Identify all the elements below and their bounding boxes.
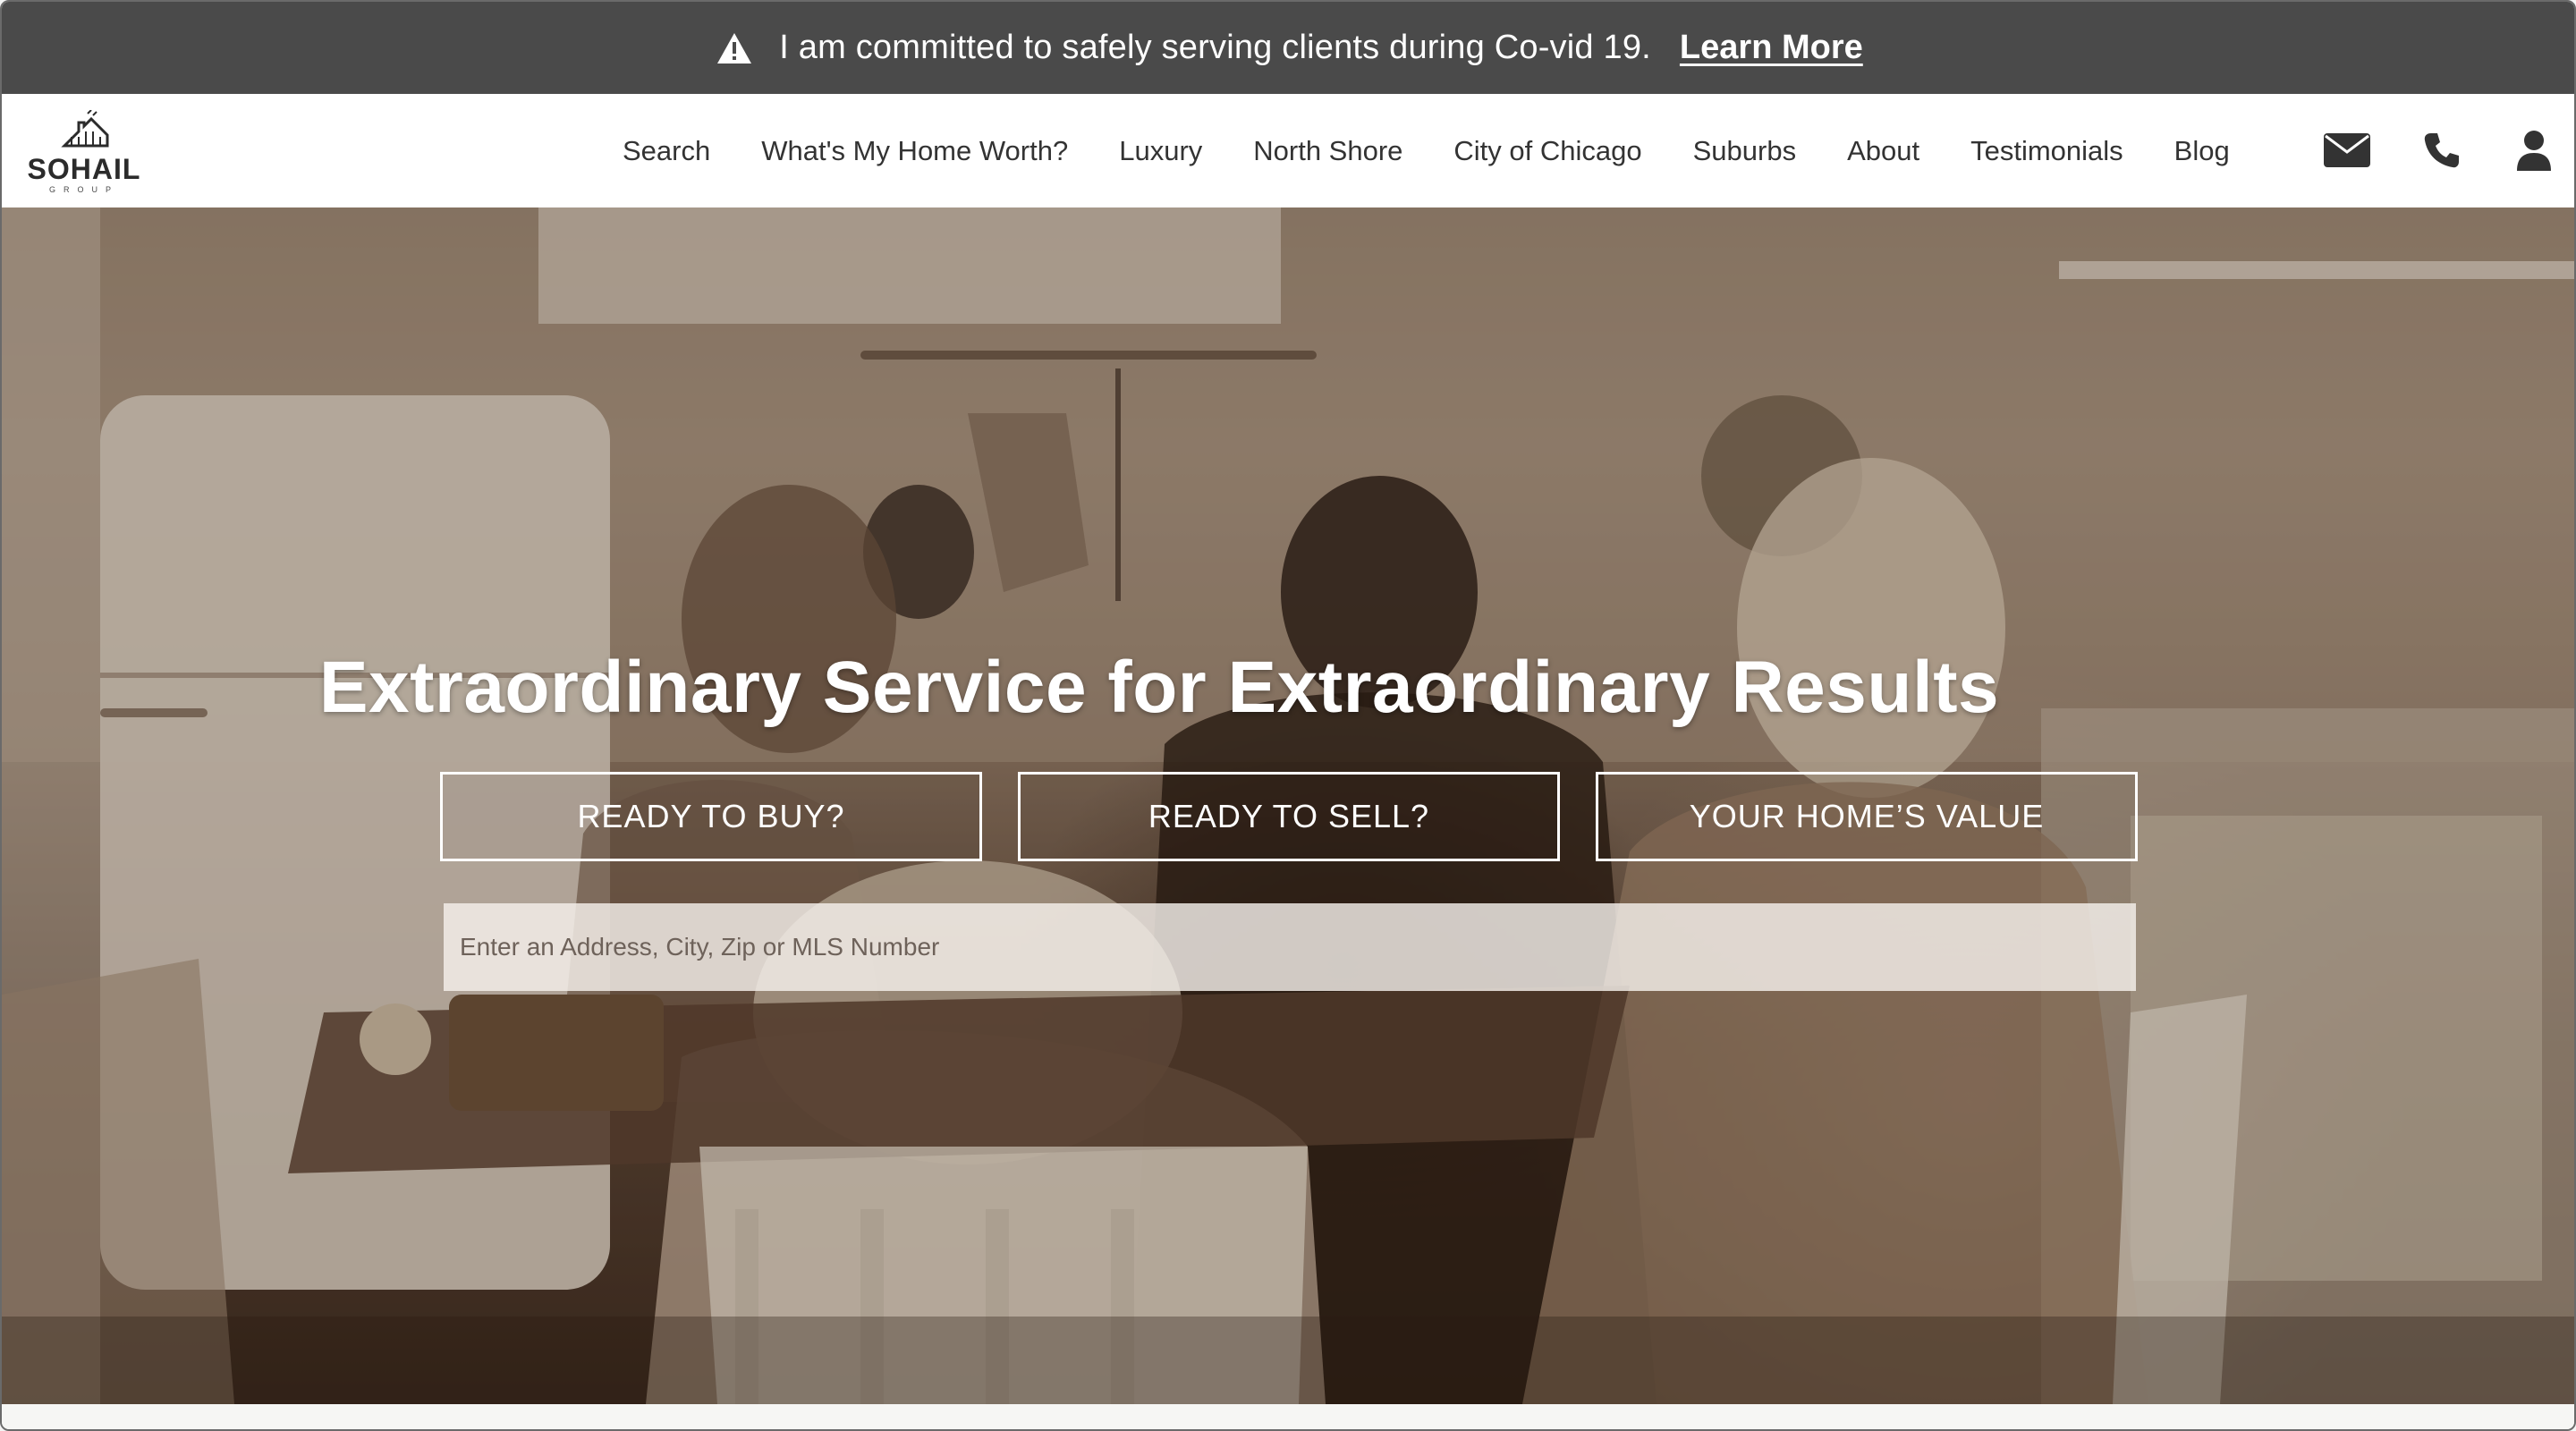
nav-luxury[interactable]: Luxury bbox=[1119, 135, 1202, 167]
hero-title-text: Extraordinary Service for Extraordinary … bbox=[318, 647, 2000, 728]
covid-alert-bar: I am committed to safely serving clients… bbox=[2, 2, 2574, 94]
logo-subtext: GROUP bbox=[48, 185, 119, 194]
nav-blog[interactable]: Blog bbox=[2174, 135, 2230, 167]
envelope-icon[interactable] bbox=[2324, 128, 2370, 173]
user-icon[interactable] bbox=[2515, 128, 2553, 173]
main-nav: Search What's My Home Worth? Luxury Nort… bbox=[623, 94, 2230, 207]
nav-about[interactable]: About bbox=[1847, 135, 1919, 167]
nav-suburbs[interactable]: Suburbs bbox=[1693, 135, 1796, 167]
nav-city-of-chicago[interactable]: City of Chicago bbox=[1453, 135, 1641, 167]
phone-icon[interactable] bbox=[2422, 128, 2462, 173]
logo-building-icon bbox=[61, 110, 109, 148]
alert-message: I am committed to safely serving clients… bbox=[779, 29, 1651, 66]
warning-icon bbox=[716, 32, 752, 64]
learn-more-link[interactable]: Learn More bbox=[1680, 29, 1863, 67]
hero-title: Extraordinary Service for Extraordinary … bbox=[2, 646, 2574, 730]
nav-testimonials[interactable]: Testimonials bbox=[1970, 135, 2123, 167]
ready-to-buy-button[interactable]: READY TO BUY? bbox=[440, 772, 982, 861]
sohail-group-logo[interactable]: SOHAIL GROUP bbox=[25, 110, 143, 196]
logo-wordmark: SOHAIL bbox=[27, 153, 141, 185]
home-value-button[interactable]: YOUR HOME’S VALUE bbox=[1596, 772, 2138, 861]
page-bottom-edge bbox=[2, 1404, 2574, 1429]
property-search-input[interactable] bbox=[444, 903, 2136, 991]
nav-north-shore[interactable]: North Shore bbox=[1253, 135, 1402, 167]
site-header: SOHAIL GROUP Search What's My Home Worth… bbox=[2, 94, 2574, 207]
ready-to-sell-button[interactable]: READY TO SELL? bbox=[1018, 772, 1560, 861]
browser-viewport: I am committed to safely serving clients… bbox=[0, 0, 2576, 1431]
hero-section: Extraordinary Service for Extraordinary … bbox=[2, 207, 2574, 1404]
nav-home-worth[interactable]: What's My Home Worth? bbox=[761, 135, 1068, 167]
nav-search[interactable]: Search bbox=[623, 135, 710, 167]
